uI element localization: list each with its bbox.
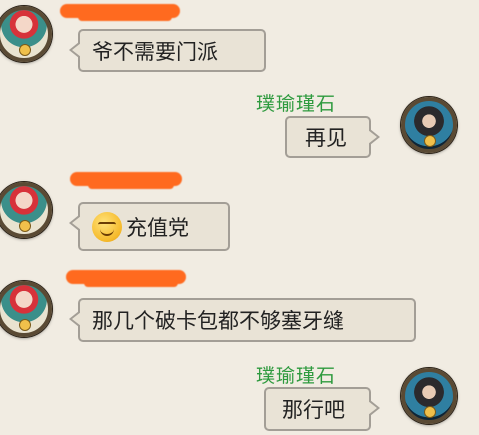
avatar-right-2[interactable] bbox=[401, 368, 457, 424]
avatar-left-2[interactable] bbox=[0, 182, 52, 238]
sender-name: 璞瑜瑾石 bbox=[256, 93, 337, 115]
message-text: 再见 bbox=[305, 126, 347, 150]
avatar-right-1[interactable] bbox=[401, 97, 457, 153]
redacted-sender-name bbox=[60, 4, 180, 21]
message-bubble-3[interactable]: 充值党 bbox=[69, 202, 230, 251]
sender-name: 璞瑜瑾石 bbox=[256, 365, 337, 387]
avatar-left-3[interactable] bbox=[0, 281, 52, 337]
grinning-emoji-icon bbox=[92, 211, 122, 242]
redacted-sender-name bbox=[70, 172, 182, 189]
message-text: 爷不需要门派 bbox=[92, 39, 218, 64]
message-bubble-5[interactable]: 那行吧 bbox=[264, 387, 380, 431]
message-bubble-1[interactable]: 爷不需要门派 bbox=[69, 29, 266, 72]
message-text: 那行吧 bbox=[282, 398, 345, 422]
message-bubble-4[interactable]: 那几个破卡包都不够塞牙缝 bbox=[69, 298, 416, 342]
message-bubble-2[interactable]: 再见 bbox=[285, 116, 380, 158]
redacted-sender-name bbox=[66, 270, 186, 287]
message-text: 充值党 bbox=[126, 215, 189, 240]
avatar-left-1[interactable] bbox=[0, 6, 52, 62]
message-text: 那几个破卡包都不够塞牙缝 bbox=[92, 309, 344, 333]
